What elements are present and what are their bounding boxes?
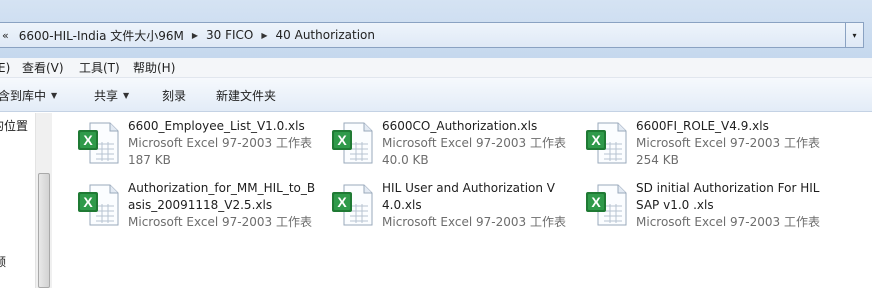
excel-file-icon: X bbox=[330, 120, 378, 168]
menu-tools[interactable]: 工具(T) bbox=[79, 59, 120, 76]
file-item[interactable]: X 6600FI_ROLE_V4.9.xls Microsoft Excel 97-… bbox=[584, 118, 834, 174]
address-dropdown-icon[interactable]: ▾ bbox=[846, 22, 864, 48]
chevron-right-icon[interactable]: ▶ bbox=[190, 31, 200, 40]
file-type: Microsoft Excel 97-2003 工作表 bbox=[636, 215, 820, 229]
excel-file-icon: X bbox=[584, 182, 632, 230]
file-type: Microsoft Excel 97-2003 工作表 bbox=[128, 215, 312, 229]
file-item[interactable]: X HIL User and Authorization V 4.0.xls Micr… bbox=[330, 180, 580, 236]
file-size: 254 KB bbox=[636, 153, 679, 167]
svg-text:X: X bbox=[337, 194, 347, 210]
breadcrumb-segment-3[interactable]: 40 Authorization bbox=[270, 28, 381, 42]
include-in-library-label: 含到库中 bbox=[0, 89, 47, 103]
file-details: 6600FI_ROLE_V4.9.xls Microsoft Excel 97-2… bbox=[636, 118, 820, 174]
chevron-down-icon: ▼ bbox=[51, 91, 58, 100]
file-type: Microsoft Excel 97-2003 工作表 bbox=[636, 136, 820, 150]
menu-view[interactable]: 查看(V) bbox=[22, 59, 64, 76]
file-details: SD initial Authorization For HIL SAP v1.0… bbox=[636, 180, 820, 236]
file-size: 187 KB bbox=[128, 153, 171, 167]
file-name: Authorization_for_MM_HIL_to_B bbox=[128, 181, 316, 195]
file-type: Microsoft Excel 97-2003 工作表 bbox=[128, 136, 312, 150]
svg-text:X: X bbox=[337, 132, 347, 148]
svg-text:X: X bbox=[83, 132, 93, 148]
file-type: Microsoft Excel 97-2003 工作表 bbox=[382, 136, 566, 150]
menu-edit[interactable]: E) bbox=[0, 61, 10, 75]
nav-item-locations[interactable]: 的位置 bbox=[0, 117, 28, 134]
excel-file-icon: X bbox=[76, 182, 124, 230]
file-details: HIL User and Authorization V 4.0.xls Micro… bbox=[382, 180, 566, 236]
burn-label: 刻录 bbox=[162, 89, 187, 103]
excel-file-icon: X bbox=[330, 182, 378, 230]
burn-button[interactable]: 刻录 bbox=[162, 87, 186, 104]
file-name: 6600CO_Authorization.xls bbox=[382, 119, 538, 133]
file-details: 6600CO_Authorization.xls Microsoft Excel … bbox=[382, 118, 566, 174]
new-folder-button[interactable]: 新建文件夹 bbox=[216, 87, 276, 104]
file-item[interactable]: X 6600CO_Authorization.xls Microsoft Excel… bbox=[330, 118, 580, 174]
svg-text:X: X bbox=[83, 194, 93, 210]
nav-item-videos[interactable]: 频 bbox=[0, 253, 6, 270]
svg-text:X: X bbox=[591, 132, 601, 148]
address-bar-area: « 6600-HIL-India 文件大小96M ▶ 30 FICO ▶ 40 … bbox=[0, 0, 872, 58]
excel-file-icon: X bbox=[76, 120, 124, 168]
file-details: 6600_Employee_List_V1.0.xls Microsoft Exc… bbox=[128, 118, 312, 174]
new-folder-label: 新建文件夹 bbox=[216, 89, 277, 103]
file-name: HIL User and Authorization V bbox=[382, 181, 556, 195]
chevron-right-icon[interactable]: ▶ bbox=[259, 31, 269, 40]
breadcrumb-segment-1[interactable]: 6600-HIL-India 文件大小96M bbox=[13, 27, 190, 44]
file-name: 6600FI_ROLE_V4.9.xls bbox=[636, 119, 769, 133]
include-in-library-button[interactable]: 含到库中 ▼ bbox=[0, 87, 57, 104]
file-name: SAP v1.0 .xls bbox=[636, 198, 714, 212]
file-name: asis_20091118_V2.5.xls bbox=[128, 198, 273, 212]
svg-text:X: X bbox=[591, 194, 601, 210]
address-bar[interactable]: « 6600-HIL-India 文件大小96M ▶ 30 FICO ▶ 40 … bbox=[0, 22, 846, 48]
menu-help[interactable]: 帮助(H) bbox=[133, 59, 175, 76]
file-type: Microsoft Excel 97-2003 工作表 bbox=[382, 215, 566, 229]
share-button[interactable]: 共享 ▼ bbox=[94, 87, 129, 104]
file-item[interactable]: X 6600_Employee_List_V1.0.xls Microsoft Ex… bbox=[76, 118, 326, 174]
nav-scrollbar[interactable] bbox=[35, 113, 52, 288]
breadcrumb-segment-2[interactable]: 30 FICO bbox=[200, 28, 259, 42]
share-label: 共享 bbox=[94, 89, 119, 103]
scrollbar-thumb[interactable] bbox=[38, 173, 50, 288]
file-details: Authorization_for_MM_HIL_to_B asis_200911… bbox=[128, 180, 315, 236]
menu-bar: E) 查看(V) 工具(T) 帮助(H) bbox=[0, 58, 872, 78]
file-size: 40.0 KB bbox=[382, 153, 429, 167]
chevron-down-icon: ▼ bbox=[123, 91, 130, 100]
file-item[interactable]: X SD initial Authorization For HIL SAP v1.… bbox=[584, 180, 834, 236]
file-item[interactable]: X Authorization_for_MM_HIL_to_B asis_20091… bbox=[76, 180, 326, 236]
command-toolbar: 含到库中 ▼ 共享 ▼ 刻录 新建文件夹 bbox=[0, 78, 872, 112]
file-name: SD initial Authorization For HIL bbox=[636, 181, 820, 195]
overflow-chevron-icon[interactable]: « bbox=[0, 29, 13, 42]
file-name: 6600_Employee_List_V1.0.xls bbox=[128, 119, 305, 133]
file-name: 4.0.xls bbox=[382, 198, 422, 212]
excel-file-icon: X bbox=[584, 120, 632, 168]
